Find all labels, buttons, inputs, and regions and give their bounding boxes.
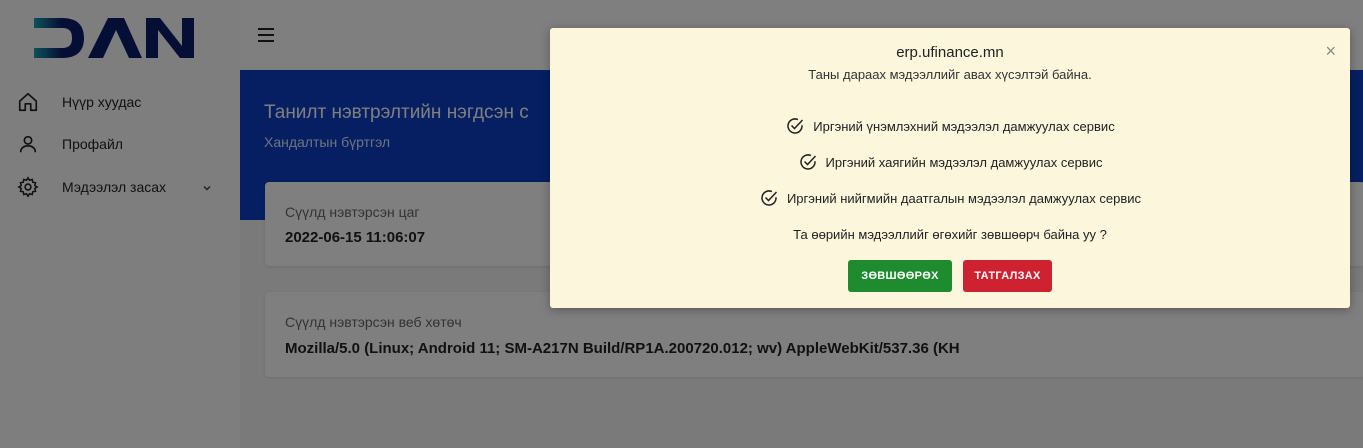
request-text: Таны дараах мэдээллийг авах хүсэлтэй бай… bbox=[808, 67, 1092, 82]
permission-item: Иргэний нийгмийн даатгалын мэдээлэл дамж… bbox=[550, 188, 1350, 208]
permission-item: Иргэний үнэмлэхний мэдээлэл дамжуулах се… bbox=[550, 116, 1350, 136]
requesting-domain: erp.ufinance.mn bbox=[896, 44, 1004, 61]
permission-label: Иргэний хаягийн мэдээлэл дамжуулах серви… bbox=[825, 154, 1103, 170]
permission-label: Иргэний үнэмлэхний мэдээлэл дамжуулах се… bbox=[813, 118, 1115, 134]
permission-label: Иргэний нийгмийн даатгалын мэдээлэл дамж… bbox=[786, 190, 1142, 206]
check-circle-icon bbox=[785, 116, 805, 136]
accept-button[interactable]: ЗӨВШӨӨРӨХ bbox=[848, 260, 952, 292]
decline-button[interactable]: ТАТГАЛЗАХ bbox=[963, 260, 1052, 292]
consent-question: Та өөрийн мэдээллийг өгөхийг зөвшөөрч ба… bbox=[793, 227, 1107, 242]
check-circle-icon bbox=[759, 188, 779, 208]
check-circle-icon bbox=[798, 152, 818, 172]
permission-item: Иргэний хаягийн мэдээлэл дамжуулах серви… bbox=[550, 152, 1350, 172]
consent-dialog: × erp.ufinance.mn Таны дараах мэдээллийг… bbox=[550, 28, 1350, 308]
